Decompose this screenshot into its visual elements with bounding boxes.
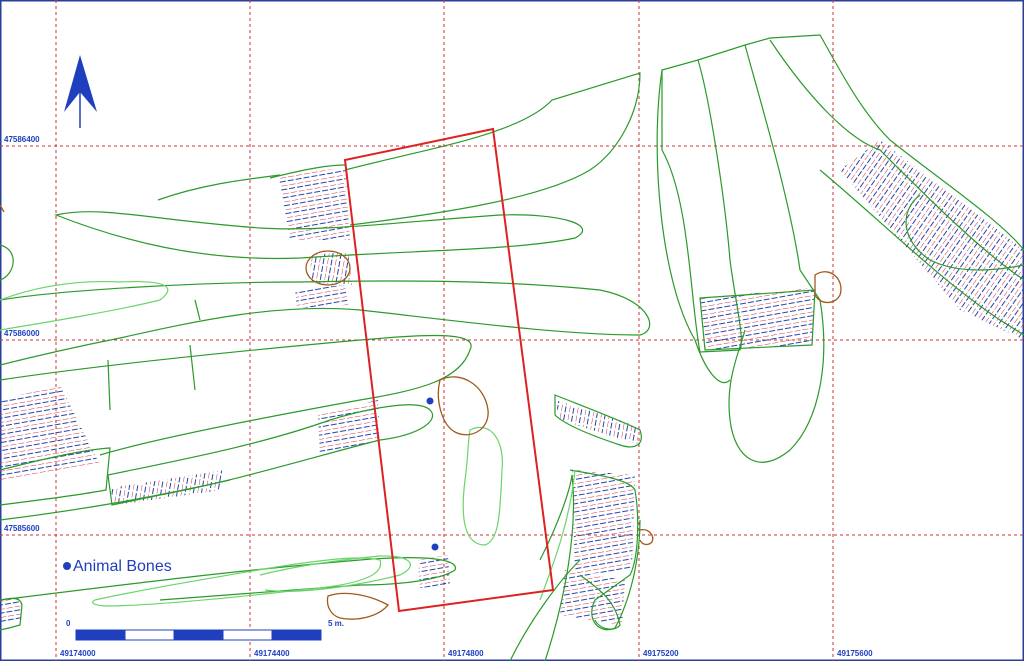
legend-marker-icon — [63, 562, 71, 570]
scale-segment — [75, 629, 126, 641]
legend-animal-bones-label: Animal Bones — [73, 558, 172, 575]
hatch-area — [572, 470, 635, 575]
pit-outline — [639, 529, 654, 546]
feature-outline — [697, 44, 825, 463]
feature-outline — [0, 244, 14, 281]
hatch-area — [840, 140, 1024, 340]
scale-segment — [124, 629, 175, 641]
animal-bone-markers — [426, 397, 439, 551]
feature-outline — [539, 474, 575, 661]
hatched-features — [0, 140, 1024, 625]
feature-outline — [189, 344, 196, 391]
animal-bone-marker — [426, 397, 434, 405]
light-feature — [462, 426, 503, 546]
legend: Animal Bones — [63, 558, 172, 575]
hatch-area — [110, 470, 225, 505]
hatch-area — [555, 400, 640, 445]
map-canvas[interactable]: 47586400 47586000 47585600 49174000 4917… — [0, 0, 1024, 661]
scale-bar: 0 5 m. — [66, 619, 344, 641]
grid-label-y: 47586000 — [4, 329, 40, 338]
excavation-trench[interactable] — [343, 127, 555, 613]
hatch-area — [295, 285, 348, 308]
grid-label-x: 49175600 — [837, 649, 873, 658]
scale-end-label: 5 m. — [328, 619, 344, 628]
grid-label-x: 49174400 — [254, 649, 290, 658]
feature-outline — [194, 299, 201, 321]
feature-outline — [344, 72, 641, 226]
hatch-area — [318, 400, 380, 455]
grid-label-y: 47586400 — [4, 135, 40, 144]
scale-start-label: 0 — [66, 619, 71, 628]
grid-label-x: 49174800 — [448, 649, 484, 658]
hatch-area — [418, 555, 450, 588]
scale-segment — [173, 629, 224, 641]
north-arrow-icon — [64, 55, 97, 128]
pit-outline — [437, 376, 489, 436]
grid-label-x: 49175200 — [643, 649, 679, 658]
pit-outline — [326, 592, 389, 620]
grid-label-y: 47585600 — [4, 524, 40, 533]
feature-outline — [157, 174, 281, 201]
light-feature — [0, 280, 169, 331]
feature-outline — [107, 359, 111, 411]
animal-bone-marker — [431, 543, 439, 551]
scale-segment — [271, 629, 322, 641]
scale-segment — [222, 629, 273, 641]
grid-label-x: 49174000 — [60, 649, 96, 658]
